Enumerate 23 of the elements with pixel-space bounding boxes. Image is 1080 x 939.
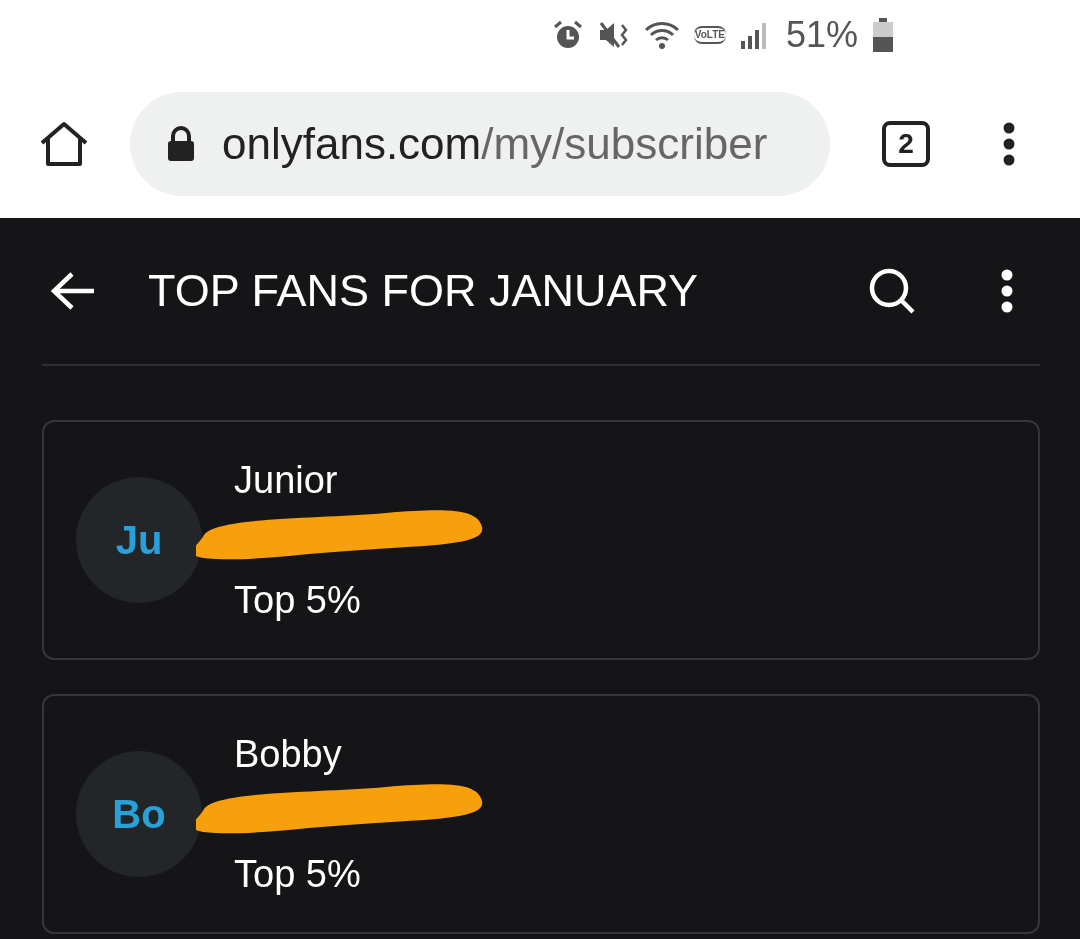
address-bar[interactable]: onlyfans.com/my/subscriber	[130, 92, 830, 196]
fan-rank: Top 5%	[234, 578, 361, 623]
more-options-icon[interactable]	[1000, 269, 1014, 313]
fan-rank: Top 5%	[234, 852, 361, 897]
home-icon[interactable]	[38, 121, 90, 167]
avatar: Bo	[76, 751, 202, 877]
fan-card[interactable]: Ju Junior Top 5%	[42, 420, 1040, 660]
battery-percentage: 51%	[785, 14, 858, 56]
back-arrow-icon[interactable]	[50, 271, 96, 311]
search-icon[interactable]	[868, 267, 916, 315]
lock-icon	[166, 126, 196, 162]
signal-icon	[739, 21, 768, 49]
fan-name: Junior	[234, 458, 339, 503]
volte-indicator: VoLTE	[693, 26, 726, 44]
fan-card[interactable]: Bo Bobby Top 5%	[42, 694, 1040, 934]
more-options-icon[interactable]	[1002, 122, 1016, 166]
fan-name: Bobby	[234, 732, 343, 777]
alarm-icon	[551, 19, 584, 51]
page-title: TOP FANS FOR JANUARY	[148, 265, 700, 317]
wifi-icon	[643, 20, 680, 50]
tab-count-button[interactable]: 2	[882, 121, 930, 167]
avatar: Ju	[76, 477, 202, 603]
battery-icon	[872, 18, 894, 52]
